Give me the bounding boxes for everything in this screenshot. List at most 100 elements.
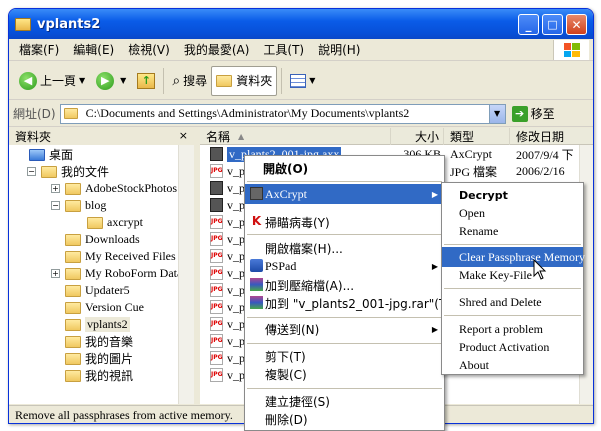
submenu-product-activation[interactable]: Product Activation <box>442 337 583 357</box>
submenu-shred-delete[interactable]: Shred and Delete <box>442 292 583 312</box>
toolbar-divider <box>163 67 165 94</box>
search-button[interactable]: ⌕ 搜尋 <box>168 66 211 96</box>
go-label: 移至 <box>530 107 555 121</box>
windows-logo-icon <box>553 40 589 60</box>
tree-item[interactable]: axcrypt <box>87 214 143 231</box>
tree-item[interactable]: + AdobeStockPhotos <box>51 180 178 197</box>
file-type: AxCrypt <box>450 147 492 161</box>
chevron-down-icon[interactable]: ▼ <box>120 76 126 85</box>
folder-icon <box>65 335 81 348</box>
chevron-down-icon[interactable]: ▼ <box>309 76 315 85</box>
tree-item-label: 我的文件 <box>61 165 110 179</box>
back-button[interactable]: ◀ 上一頁 ▼ <box>15 66 92 96</box>
submenu-decrypt[interactable]: Decrypt <box>442 185 583 205</box>
menu-axcrypt[interactable]: AxCrypt ▶ <box>245 184 444 204</box>
menu-cut[interactable]: 剪下(T) <box>245 346 444 366</box>
close-button[interactable]: ✕ <box>566 14 587 35</box>
maximize-button[interactable]: □ <box>542 14 563 35</box>
file-date: 2006/2/16 <box>516 164 565 178</box>
column-header-date[interactable]: 修改日期 <box>510 128 593 145</box>
tree-item[interactable]: − blog <box>51 197 106 214</box>
collapse-icon[interactable]: − <box>27 167 36 176</box>
minimize-button[interactable]: _ <box>518 14 539 35</box>
menu-file[interactable]: 檔案(F) <box>19 41 59 58</box>
menu-add-rar[interactable]: 加到 "v_plants2_001-jpg.rar"(T) <box>245 293 444 313</box>
menu-send-to[interactable]: 傳送到(N) ▶ <box>245 319 444 339</box>
menu-divider <box>247 317 442 318</box>
menu-pspad[interactable]: PSPad ▶ <box>245 256 444 276</box>
tree-item-label: My RoboForm Data <box>85 266 183 280</box>
address-value: C:\Documents and Settings\Administrator\… <box>85 106 410 120</box>
folder-icon <box>15 17 31 31</box>
tree-item[interactable]: + My RoboForm Data <box>51 265 183 282</box>
tree-item[interactable]: My Received Files <box>65 248 176 265</box>
folder-icon <box>65 284 81 297</box>
up-folder-button[interactable]: ↑ <box>133 66 159 96</box>
tree-item-label: axcrypt <box>107 215 143 229</box>
collapse-icon[interactable]: − <box>51 201 60 210</box>
menu-edit[interactable]: 編輯(E) <box>73 41 114 58</box>
tree-item-label: 我的音樂 <box>85 335 134 349</box>
menu-view[interactable]: 檢視(V) <box>128 41 170 58</box>
antivirus-icon: K <box>251 214 262 228</box>
folder-icon <box>65 199 81 212</box>
search-icon: ⌕ <box>172 72 181 89</box>
address-input[interactable]: C:\Documents and Settings\Administrator\… <box>59 103 506 124</box>
tree-item[interactable]: − 我的文件 <box>27 163 110 180</box>
expand-icon[interactable]: + <box>51 269 60 278</box>
tree-item-label: vplants2 <box>85 317 130 332</box>
menu-delete[interactable]: 刪除(D) <box>245 409 444 429</box>
folder-tree-scrollbar[interactable] <box>178 145 194 404</box>
submenu-clear-passphrase[interactable]: Clear Passphrase Memory <box>442 247 585 267</box>
title-bar[interactable]: vplants2 _ □ ✕ <box>9 9 593 39</box>
submenu-rename[interactable]: Rename <box>442 221 583 241</box>
forward-button[interactable]: ▶ ▼ <box>92 66 133 96</box>
tree-item[interactable]: Version Cue <box>65 299 144 316</box>
menu-add-archive[interactable]: 加到壓縮檔(A)... <box>245 275 444 295</box>
tree-item[interactable]: 我的視訊 <box>65 367 133 384</box>
chevron-down-icon[interactable]: ▼ <box>79 76 85 85</box>
menu-open[interactable]: 開啟(O) <box>245 158 444 178</box>
file-type: JPG 檔案 <box>450 165 498 179</box>
back-arrow-icon: ◀ <box>19 71 37 90</box>
views-button[interactable]: ▼ <box>286 66 322 96</box>
toolbar: ◀ 上一頁 ▼ ▶ ▼ ↑ ⌕ 搜尋 資料夾 ▼ <box>9 62 593 100</box>
folders-button[interactable]: 資料夾 <box>211 65 278 96</box>
menu-favorites[interactable]: 我的最愛(A) <box>184 41 250 58</box>
tree-item[interactable]: vplants2 <box>65 316 130 333</box>
tree-item[interactable]: 桌面 <box>29 146 73 163</box>
column-header-name[interactable]: 名稱 ▲ <box>200 128 391 145</box>
folders-label: 資料夾 <box>236 74 273 88</box>
menu-divider <box>247 234 442 235</box>
chevron-down-icon[interactable]: ▼ <box>488 104 505 123</box>
menu-help[interactable]: 說明(H) <box>318 41 360 58</box>
menu-tools[interactable]: 工具(T) <box>263 41 304 58</box>
submenu-open[interactable]: Open <box>442 203 583 223</box>
folders-pane-title: 資料夾 <box>15 130 52 144</box>
menu-scan-virus[interactable]: K 掃瞄病毒(Y) <box>245 212 444 232</box>
tree-item-label: AdobeStockPhotos <box>85 181 178 195</box>
tree-item-label: 桌面 <box>49 148 74 162</box>
tree-item[interactable]: 我的圖片 <box>65 350 133 367</box>
column-header-size[interactable]: 大小 <box>391 128 444 145</box>
menu-divider <box>247 343 442 344</box>
menu-open-with[interactable]: 開啟檔案(H)... <box>245 238 444 258</box>
close-icon[interactable]: × <box>179 129 188 142</box>
submenu-report-problem[interactable]: Report a problem <box>442 319 583 339</box>
up-folder-icon: ↑ <box>137 72 156 89</box>
jpg-file-icon: JPG <box>210 368 223 382</box>
menu-create-shortcut[interactable]: 建立捷徑(S) <box>245 391 444 411</box>
tree-item[interactable]: Updater5 <box>65 282 130 299</box>
menu-copy[interactable]: 複製(C) <box>245 364 444 384</box>
jpg-file-icon: JPG <box>210 283 223 297</box>
submenu-about[interactable]: About <box>442 355 583 375</box>
pspad-icon <box>250 259 263 272</box>
expand-icon[interactable]: + <box>51 184 60 193</box>
address-bar: 網址(D) C:\Documents and Settings\Administ… <box>9 101 593 127</box>
submenu-make-keyfile[interactable]: Make Key-File <box>442 265 583 285</box>
folder-icon <box>63 108 78 119</box>
go-button[interactable]: ➔ 移至 <box>511 105 555 122</box>
column-header-type[interactable]: 類型 <box>444 128 510 145</box>
tree-item[interactable]: 我的音樂 <box>65 333 133 350</box>
tree-item[interactable]: Downloads <box>65 231 140 248</box>
